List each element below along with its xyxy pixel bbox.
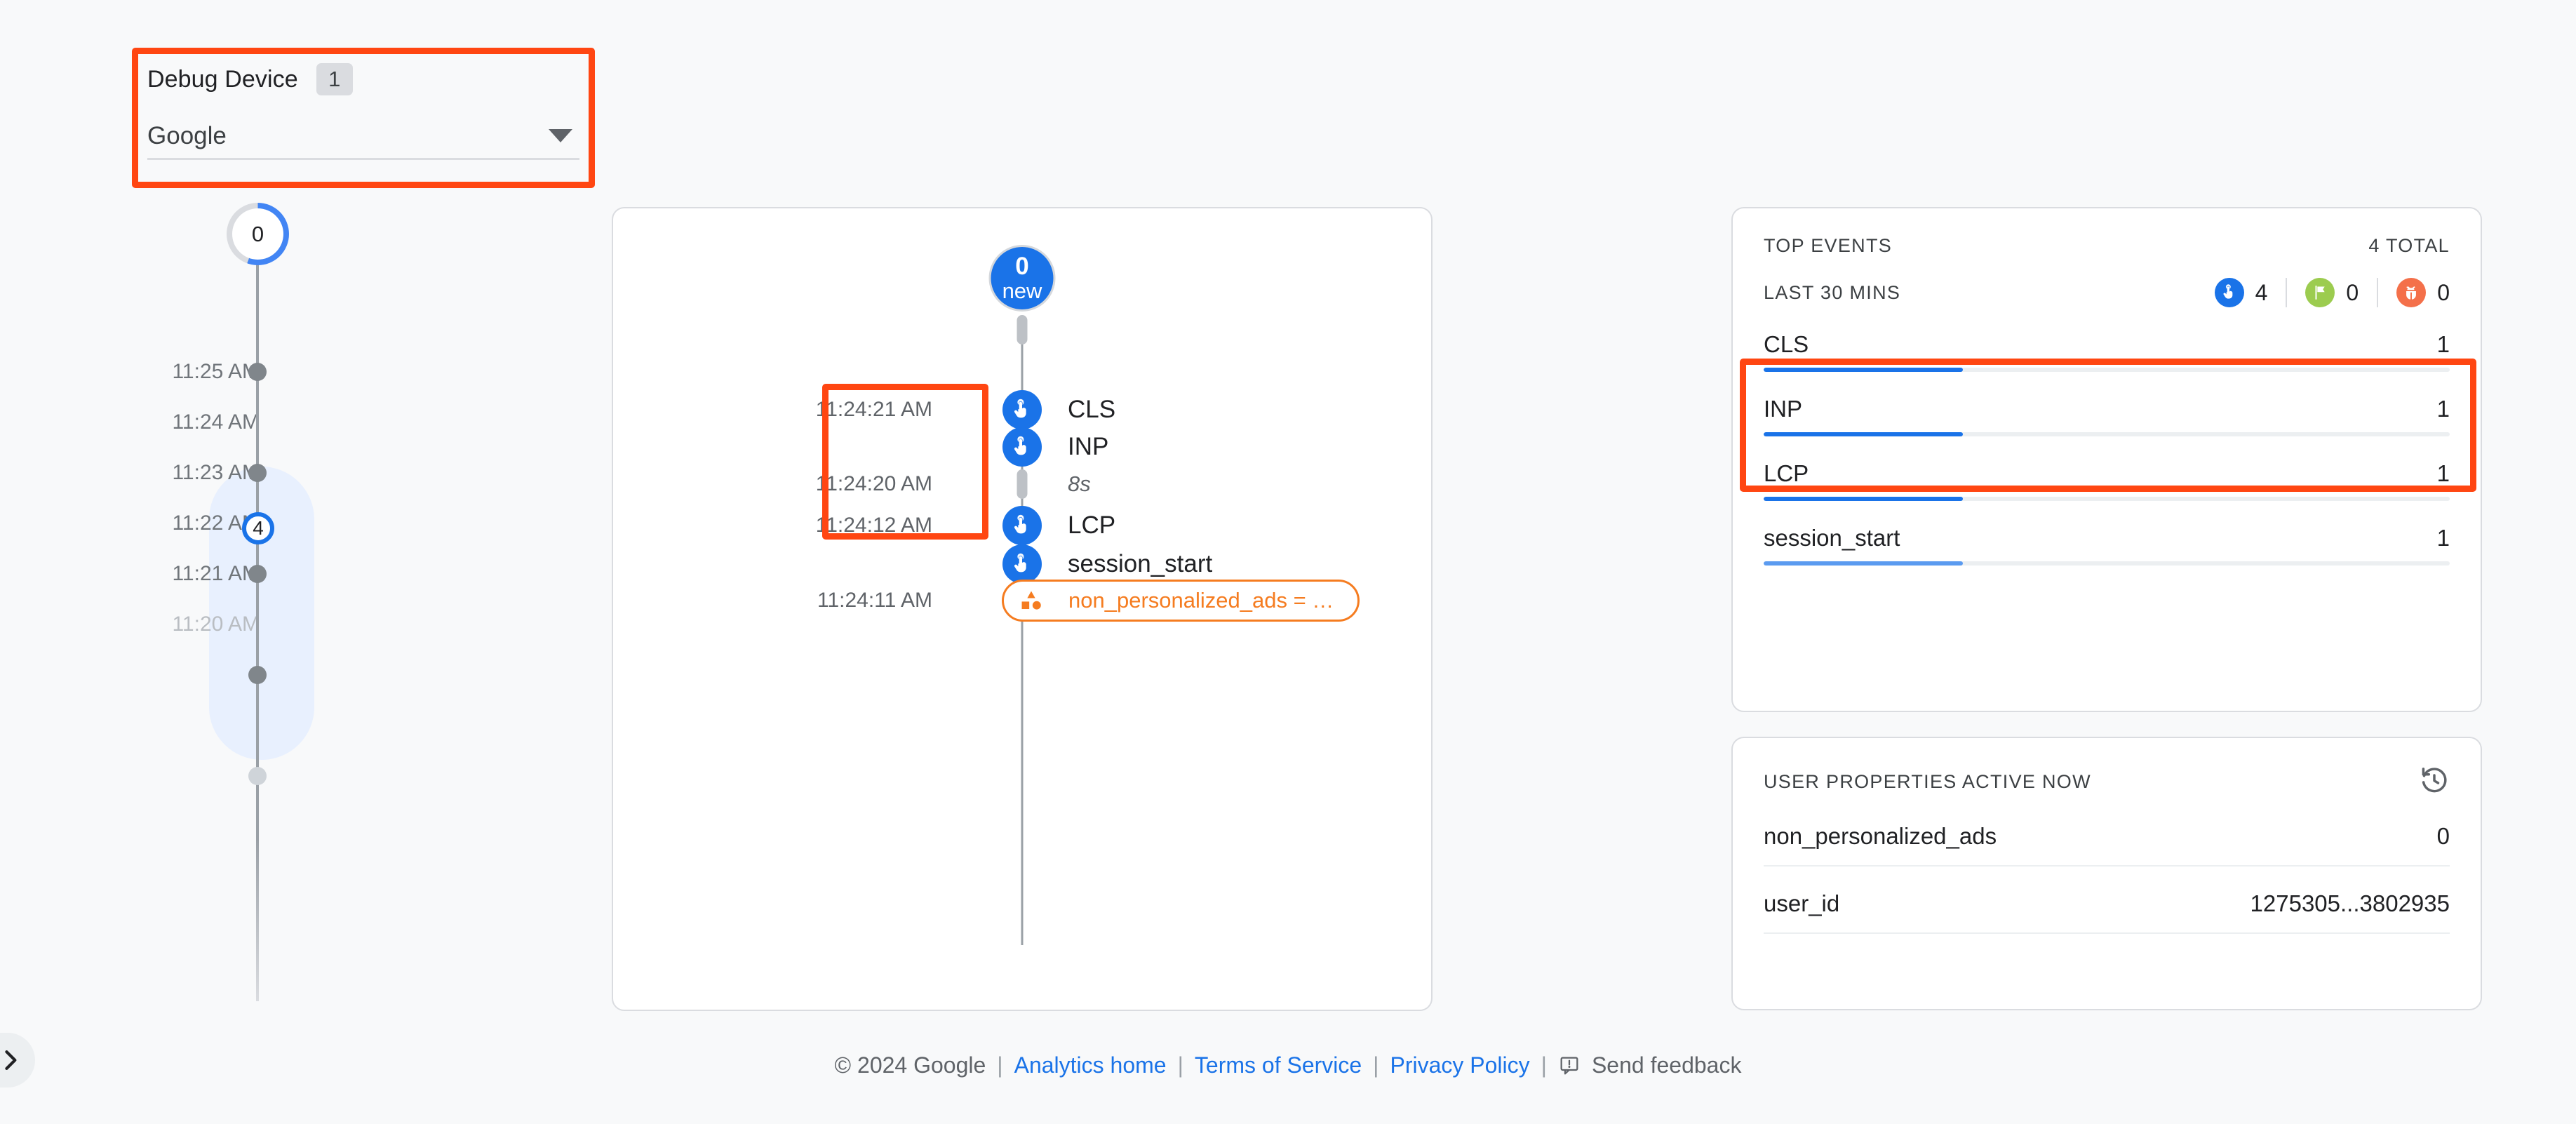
top-events-row-count: 1 <box>2436 525 2450 551</box>
summary-pill-count: 0 <box>2346 279 2359 305</box>
bug-icon <box>2396 278 2427 307</box>
top-events-row-name: LCP <box>1764 460 1809 486</box>
send-feedback-label: Send feedback <box>1591 1052 1742 1078</box>
summary-pill-events[interactable]: 4 <box>2214 278 2288 307</box>
shapes-icon <box>1019 589 1043 613</box>
event-stream-card: 0 new 11:24:21 AM CLS INP 11:24:20 AM 8s… <box>612 207 1433 1011</box>
footer-link-analytics-home[interactable]: Analytics home <box>1014 1052 1167 1078</box>
user-property-chip[interactable]: non_personalized_ads = … <box>1002 580 1360 622</box>
summary-pill-errors[interactable]: 0 <box>2378 278 2450 307</box>
user-property-row[interactable]: non_personalized_ads 0 <box>1764 799 2450 867</box>
user-property-value: 1275305...3802935 <box>2250 890 2450 916</box>
top-events-summary-pills: 4 0 0 <box>2214 278 2450 307</box>
gap-pill-icon <box>1017 469 1028 499</box>
debug-device-count-badge: 1 <box>316 63 353 95</box>
top-events-row[interactable]: CLS 1 <box>1764 331 2450 372</box>
debug-device-label: Debug Device <box>147 65 298 93</box>
send-feedback-button[interactable]: Send feedback <box>1558 1052 1742 1078</box>
footer-separator: | <box>1373 1052 1379 1078</box>
top-events-row-count: 1 <box>2436 396 2450 422</box>
chevron-down-icon <box>549 129 572 142</box>
touch-icon <box>1002 544 1042 584</box>
chevron-right-icon <box>0 1047 24 1073</box>
user-property-key: non_personalized_ads <box>1764 823 1997 849</box>
top-events-row-name: INP <box>1764 396 1803 422</box>
top-events-list: CLS 1 INP 1 LCP 1 session_start 1 <box>1764 331 2450 566</box>
debug-device-selector[interactable]: Debug Device 1 Google <box>132 48 595 188</box>
top-events-row[interactable]: session_start 1 <box>1764 507 2450 566</box>
feedback-icon <box>1558 1055 1581 1077</box>
timeline-dot[interactable] <box>248 666 267 684</box>
expand-sidebar-button[interactable] <box>0 1033 35 1088</box>
user-property-value: 0 <box>2436 823 2450 849</box>
event-label: INP <box>1068 433 1109 460</box>
timeline-tick-label: 11:20 AM <box>172 613 260 636</box>
timeline-tick-label: 11:25 AM <box>172 360 260 383</box>
top-events-row-bar <box>1764 432 2450 436</box>
debug-device-dropdown[interactable]: Google <box>147 114 579 160</box>
touch-icon <box>2214 278 2244 307</box>
top-events-row-count: 1 <box>2436 331 2450 357</box>
top-events-row-bar <box>1764 497 2450 501</box>
timeline-selected-badge-value: 4 <box>253 517 264 539</box>
gap-duration-label: 8s <box>1068 471 1091 496</box>
history-icon[interactable] <box>2419 765 2450 799</box>
touch-icon <box>1002 390 1042 429</box>
timeline-dot[interactable] <box>248 565 267 583</box>
timeline-dot[interactable] <box>248 464 267 482</box>
new-events-count: 0 <box>1015 252 1029 280</box>
top-events-total: 4 TOTAL <box>2368 235 2450 256</box>
top-events-row-bar <box>1764 561 2450 566</box>
top-events-row-name: CLS <box>1764 331 1809 357</box>
summary-pill-count: 4 <box>2255 279 2268 305</box>
event-label: session_start <box>1068 550 1213 577</box>
touch-icon <box>1002 427 1042 467</box>
event-label: CLS <box>1068 396 1116 423</box>
user-property-chip-label: non_personalized_ads = … <box>1068 588 1334 613</box>
footer-copyright: © 2024 Google <box>834 1052 986 1078</box>
timeline-tick-label: 11:24 AM <box>172 410 260 434</box>
timeline-dot[interactable] <box>248 767 267 785</box>
summary-pill-count: 0 <box>2437 279 2450 305</box>
top-events-title: TOP EVENTS <box>1764 235 1893 256</box>
footer: © 2024 Google | Analytics home | Terms o… <box>0 1052 2576 1078</box>
footer-separator: | <box>1541 1052 1547 1078</box>
flag-icon <box>2305 278 2335 307</box>
debug-device-selected-value: Google <box>147 121 227 149</box>
top-events-row-bar <box>1764 368 2450 372</box>
top-events-range-label: LAST 30 MINS <box>1764 281 1901 303</box>
timeline-rail[interactable]: 0 4 11:25 AM 11:24 AM 11:23 AM 11:22 AM … <box>105 203 330 1001</box>
new-events-badge[interactable]: 0 new <box>988 245 1056 312</box>
timeline-dot[interactable] <box>248 363 267 381</box>
event-timestamp: 11:24:12 AM <box>815 514 932 537</box>
top-events-card: TOP EVENTS 4 TOTAL LAST 30 MINS 4 0 0 CL… <box>1731 207 2482 712</box>
user-properties-title: USER PROPERTIES ACTIVE NOW <box>1764 771 2091 792</box>
top-events-row-count: 1 <box>2436 460 2450 486</box>
top-events-row[interactable]: LCP 1 <box>1764 442 2450 501</box>
stream-stub-pill <box>1017 315 1028 344</box>
footer-link-privacy-policy[interactable]: Privacy Policy <box>1390 1052 1529 1078</box>
user-property-row[interactable]: user_id 1275305...3802935 <box>1764 867 2450 934</box>
footer-link-terms-of-service[interactable]: Terms of Service <box>1195 1052 1362 1078</box>
event-timestamp: 11:24:21 AM <box>815 398 932 421</box>
timeline-users-badge-value: 0 <box>251 221 264 246</box>
event-label: LCP <box>1068 511 1116 539</box>
timeline-tick-label: 11:23 AM <box>172 461 260 484</box>
timeline-users-badge[interactable]: 0 <box>227 203 289 265</box>
touch-icon <box>1002 506 1042 545</box>
top-events-row[interactable]: INP 1 <box>1764 377 2450 436</box>
timeline-selected-badge[interactable]: 4 <box>242 512 274 544</box>
event-timestamp: 11:24:20 AM <box>815 472 932 495</box>
user-property-key: user_id <box>1764 890 1840 916</box>
summary-pill-conversions[interactable]: 0 <box>2287 278 2379 307</box>
new-events-caption: new <box>1002 278 1042 303</box>
footer-separator: | <box>1177 1052 1183 1078</box>
event-timestamp: 11:24:11 AM <box>817 589 932 612</box>
footer-separator: | <box>997 1052 1003 1078</box>
top-events-row-name: session_start <box>1764 525 1900 551</box>
user-properties-card: USER PROPERTIES ACTIVE NOW non_personali… <box>1731 737 2482 1010</box>
timeline-tick-label: 11:21 AM <box>172 562 260 585</box>
